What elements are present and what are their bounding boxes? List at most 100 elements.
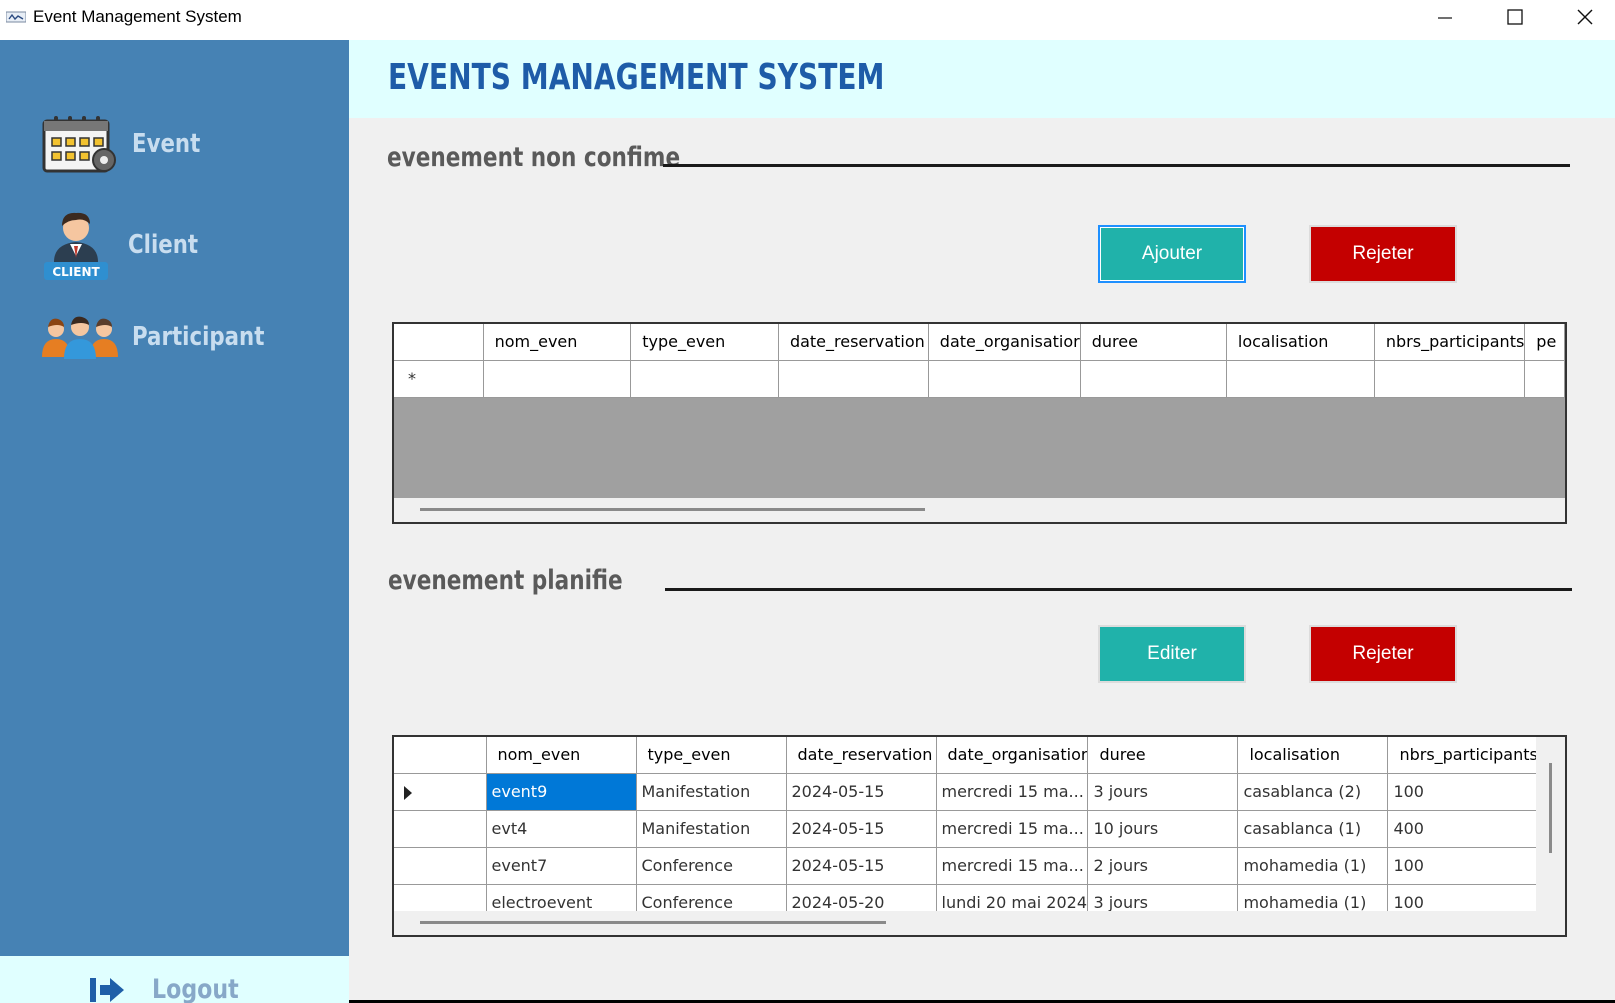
table-cell[interactable]: Conference — [636, 847, 787, 885]
table-cell[interactable] — [483, 360, 632, 398]
table-cell[interactable] — [1374, 360, 1526, 398]
table-cell[interactable]: 2024-05-15 — [786, 773, 937, 811]
column-header[interactable]: nbrs_participants — [1374, 324, 1526, 361]
app-icon — [6, 11, 26, 23]
close-icon — [1577, 9, 1593, 25]
reject-unconfirmed-button[interactable]: Rejeter — [1309, 225, 1457, 283]
table-header-row: nom_even type_even date_reservation date… — [394, 324, 1565, 361]
column-header[interactable]: nom_even — [483, 324, 632, 361]
table-cell[interactable]: mohamedia (1) — [1237, 847, 1389, 885]
table-row[interactable]: event9 Manifestation 2024-05-15 mercredi… — [394, 773, 1539, 811]
column-header[interactable]: date_organisatior — [928, 324, 1081, 361]
close-button[interactable] — [1550, 0, 1615, 34]
column-header[interactable]: type_even — [630, 324, 779, 361]
logout-label: Logout — [152, 974, 239, 1003]
column-header[interactable]: date_organisatior — [936, 737, 1089, 774]
calendar-gear-icon — [42, 116, 116, 173]
page-title: EVENTS MANAGEMENT SYSTEM — [388, 57, 885, 98]
horizontal-scrollbar[interactable] — [394, 911, 1565, 935]
client-badge-text: CLIENT — [52, 265, 100, 279]
unconfirmed-table: nom_even type_even date_reservation date… — [394, 324, 1565, 398]
sidebar-item-label: Event — [132, 129, 201, 159]
header: EVENTS MANAGEMENT SYSTEM — [349, 40, 1615, 118]
table-cell[interactable]: Manifestation — [636, 810, 787, 848]
planned-table: nom_even type_even date_reservation date… — [394, 737, 1539, 922]
logout-button[interactable]: Logout — [0, 956, 349, 1003]
table-cell[interactable]: 2024-05-15 — [786, 847, 937, 885]
new-row-marker: * — [408, 369, 416, 388]
planned-events-grid[interactable]: nom_even type_even date_reservation date… — [392, 735, 1567, 937]
row-header[interactable] — [394, 810, 487, 848]
scrollbar-thumb[interactable] — [1549, 763, 1552, 853]
table-cell[interactable]: mercredi 15 ma... — [936, 847, 1089, 885]
table-cell[interactable]: casablanca (2) — [1237, 773, 1389, 811]
main-content: EVENTS MANAGEMENT SYSTEM evenement non c… — [349, 40, 1615, 1000]
edit-button[interactable]: Editer — [1098, 625, 1246, 683]
column-header[interactable]: date_reservation — [786, 737, 937, 774]
maximize-button[interactable] — [1480, 0, 1550, 34]
table-row[interactable]: evt4 Manifestation 2024-05-15 mercredi 1… — [394, 810, 1539, 848]
table-cell[interactable]: 2 jours — [1087, 847, 1239, 885]
reject-planned-button[interactable]: Rejeter — [1309, 625, 1457, 683]
table-cell[interactable]: 400 — [1387, 810, 1539, 848]
section-title-planned: evenement planifie — [388, 565, 623, 596]
table-cell[interactable]: event7 — [486, 847, 637, 885]
column-header[interactable]: nom_even — [486, 737, 637, 774]
add-button[interactable]: Ajouter — [1098, 225, 1246, 283]
logout-arrow-icon — [90, 978, 124, 1002]
row-header-corner — [394, 737, 487, 774]
unconfirmed-events-grid[interactable]: nom_even type_even date_reservation date… — [392, 322, 1567, 524]
table-cell[interactable]: casablanca (1) — [1237, 810, 1389, 848]
row-header[interactable] — [394, 773, 487, 811]
new-row[interactable]: * — [394, 360, 1565, 398]
sidebar-item-label: Participant — [132, 322, 265, 352]
table-cell[interactable] — [928, 360, 1081, 398]
sidebar-item-participant[interactable]: Participant — [40, 313, 293, 361]
participants-icon — [42, 316, 118, 359]
window-titlebar: Event Management System — [0, 0, 1615, 40]
column-header[interactable]: localisation — [1237, 737, 1389, 774]
minimize-button[interactable] — [1410, 0, 1480, 34]
window-title: Event Management System — [33, 7, 242, 26]
table-header-row: nom_even type_even date_reservation date… — [394, 737, 1539, 774]
table-cell[interactable]: 2024-05-15 — [786, 810, 937, 848]
section-divider — [663, 164, 1570, 167]
scrollbar-thumb[interactable] — [420, 921, 886, 924]
column-header[interactable]: duree — [1087, 737, 1239, 774]
table-cell[interactable]: event9 — [486, 773, 637, 811]
minimize-icon — [1438, 17, 1452, 19]
sidebar-item-label: Client — [128, 230, 199, 260]
table-cell[interactable]: mercredi 15 ma... — [936, 773, 1089, 811]
row-header-corner — [394, 324, 484, 361]
row-header[interactable]: * — [394, 360, 484, 398]
column-header[interactable]: localisation — [1226, 324, 1375, 361]
table-cell[interactable] — [1226, 360, 1375, 398]
table-cell[interactable] — [630, 360, 779, 398]
column-header[interactable]: nbrs_participants — [1387, 737, 1539, 774]
table-cell[interactable] — [1080, 360, 1227, 398]
table-cell[interactable]: 100 — [1387, 847, 1539, 885]
column-header[interactable]: pe — [1524, 324, 1565, 361]
vertical-scrollbar[interactable] — [1536, 737, 1565, 911]
table-cell[interactable]: 100 — [1387, 773, 1539, 811]
column-header[interactable]: type_even — [636, 737, 787, 774]
table-cell[interactable] — [1524, 360, 1565, 398]
column-header[interactable]: duree — [1080, 324, 1227, 361]
column-header[interactable]: date_reservation — [778, 324, 929, 361]
sidebar-item-event[interactable]: Event — [40, 112, 215, 176]
table-cell[interactable]: 3 jours — [1087, 773, 1239, 811]
horizontal-scrollbar[interactable] — [394, 498, 1565, 522]
scrollbar-thumb[interactable] — [420, 508, 925, 511]
sidebar: Event CLIENT Client Participant Logout — [0, 40, 349, 1003]
table-row[interactable]: event7 Conference 2024-05-15 mercredi 15… — [394, 847, 1539, 885]
client-icon: CLIENT — [44, 212, 108, 280]
section-title-unconfirmed: evenement non confime — [387, 142, 681, 173]
table-cell[interactable]: Manifestation — [636, 773, 787, 811]
table-cell[interactable]: evt4 — [486, 810, 637, 848]
table-cell[interactable]: mercredi 15 ma... — [936, 810, 1089, 848]
table-cell[interactable]: 10 jours — [1087, 810, 1239, 848]
table-cell[interactable] — [778, 360, 929, 398]
row-header[interactable] — [394, 847, 487, 885]
current-row-arrow-icon — [404, 785, 412, 800]
sidebar-item-client[interactable]: CLIENT Client — [40, 206, 213, 284]
